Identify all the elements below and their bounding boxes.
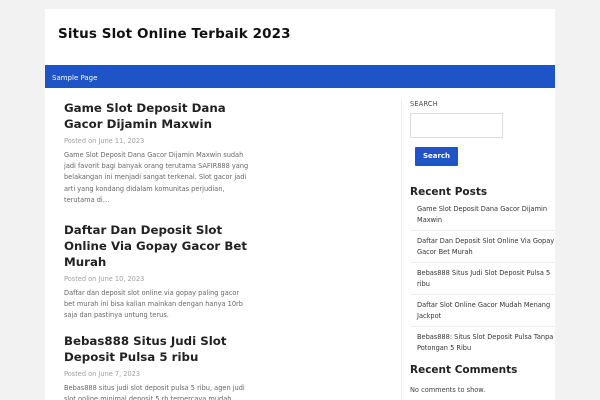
recent-post-link[interactable]: Game Slot Deposit Dana Gacor Dijamin Max…: [410, 204, 555, 226]
post-date[interactable]: Posted on June 10, 2023: [64, 275, 249, 284]
main-navigation: Sample Page: [45, 65, 555, 88]
sidebar: SEARCH Search Recent Posts Game Slot Dep…: [410, 100, 555, 394]
recent-post-divider: [410, 230, 555, 231]
content-divider: [401, 100, 402, 400]
post-title[interactable]: Game Slot Deposit Dana Gacor Dijamin Max…: [64, 100, 249, 132]
recent-posts-list: Game Slot Deposit Dana Gacor Dijamin Max…: [410, 204, 555, 354]
post-item: Daftar Dan Deposit Slot Online Via Gopay…: [64, 222, 249, 322]
site-title[interactable]: Situs Slot Online Terbaik 2023: [58, 26, 555, 42]
recent-comments-title: Recent Comments: [410, 364, 518, 376]
post-excerpt: Daftar dan deposit slot online via gopay…: [64, 289, 243, 320]
post-excerpt: Game Slot Deposit Dana Gacor Dijamin Max…: [64, 151, 249, 204]
post-title[interactable]: Daftar Dan Deposit Slot Online Via Gopay…: [64, 222, 249, 270]
recent-post-link[interactable]: Daftar Dan Deposit Slot Online Via Gopay…: [410, 236, 555, 258]
post-item: Bebas888 Situs Judi Slot Deposit Pulsa 5…: [64, 333, 249, 400]
post-date[interactable]: Posted on June 7, 2023: [64, 370, 249, 379]
recent-post-divider: [410, 262, 555, 263]
recent-posts-title: Recent Posts: [410, 186, 488, 198]
recent-post-link[interactable]: Daftar Slot Online Gacor Mudah Menang Ja…: [410, 300, 555, 322]
search-label: SEARCH: [410, 100, 438, 108]
recent-post-link[interactable]: Bebas888 Situs Judi Slot Deposit Pulsa 5…: [410, 268, 555, 290]
recent-post-divider: [410, 326, 555, 327]
post-title[interactable]: Bebas888 Situs Judi Slot Deposit Pulsa 5…: [64, 333, 249, 365]
search-input[interactable]: [410, 113, 503, 138]
nav-item-sample-page[interactable]: Sample Page: [45, 67, 97, 90]
post-excerpt: Bebas888 situs judi slot deposit pulsa 5…: [64, 384, 245, 400]
post-item: Game Slot Deposit Dana Gacor Dijamin Max…: [64, 100, 249, 206]
page-container: Situs Slot Online Terbaik 2023 Sample Pa…: [45, 9, 555, 400]
no-comments-text: No comments to show.: [410, 386, 486, 394]
site-header: Situs Slot Online Terbaik 2023: [45, 9, 555, 65]
recent-post-link[interactable]: Bebas888: Situs Slot Deposit Pulsa Tanpa…: [410, 332, 555, 354]
post-date[interactable]: Posted on June 11, 2023: [64, 137, 249, 146]
recent-post-divider: [410, 294, 555, 295]
search-button[interactable]: Search: [415, 147, 458, 166]
